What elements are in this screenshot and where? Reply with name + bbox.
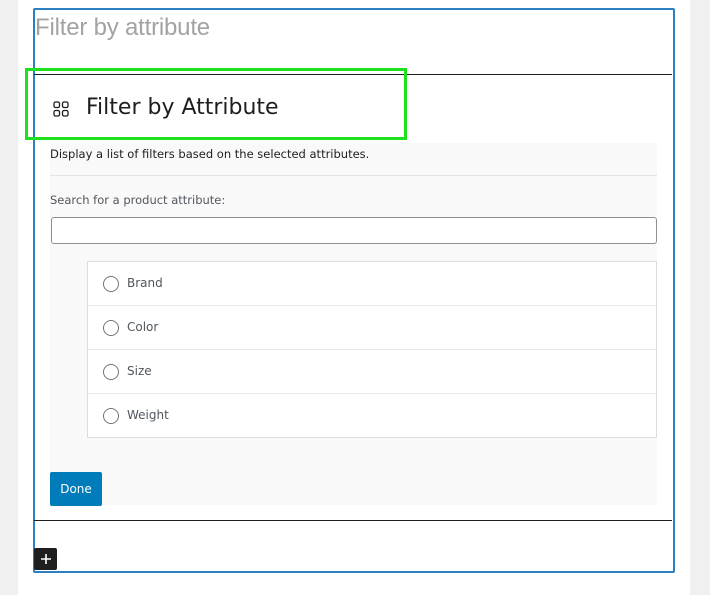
add-block-button[interactable] bbox=[34, 548, 57, 570]
done-button[interactable]: Done bbox=[50, 472, 102, 506]
radio-button[interactable] bbox=[103, 408, 119, 424]
attribute-search-input[interactable] bbox=[51, 217, 657, 244]
placeholder-heading: Filter by Attribute bbox=[86, 95, 279, 120]
attribute-option-color[interactable]: Color bbox=[88, 306, 656, 350]
radio-button[interactable] bbox=[103, 276, 119, 292]
radio-button[interactable] bbox=[103, 364, 119, 380]
attribute-option-brand[interactable]: Brand bbox=[88, 262, 656, 306]
placeholder-divider bbox=[50, 175, 657, 176]
attribute-options-list: Brand Color Size Weight bbox=[87, 261, 657, 438]
option-label: Weight bbox=[127, 408, 169, 422]
block-title[interactable]: Filter by attribute bbox=[35, 14, 210, 42]
attribute-option-size[interactable]: Size bbox=[88, 350, 656, 394]
search-label: Search for a product attribute: bbox=[50, 193, 226, 207]
placeholder-description: Display a list of filters based on the s… bbox=[50, 147, 370, 161]
plus-icon bbox=[40, 550, 52, 569]
radio-button[interactable] bbox=[103, 320, 119, 336]
option-label: Color bbox=[127, 320, 159, 334]
option-label: Size bbox=[127, 364, 152, 378]
grid-icon bbox=[53, 101, 69, 117]
block-divider-bottom bbox=[34, 520, 672, 521]
option-label: Brand bbox=[127, 276, 163, 290]
attribute-option-weight[interactable]: Weight bbox=[88, 394, 656, 438]
